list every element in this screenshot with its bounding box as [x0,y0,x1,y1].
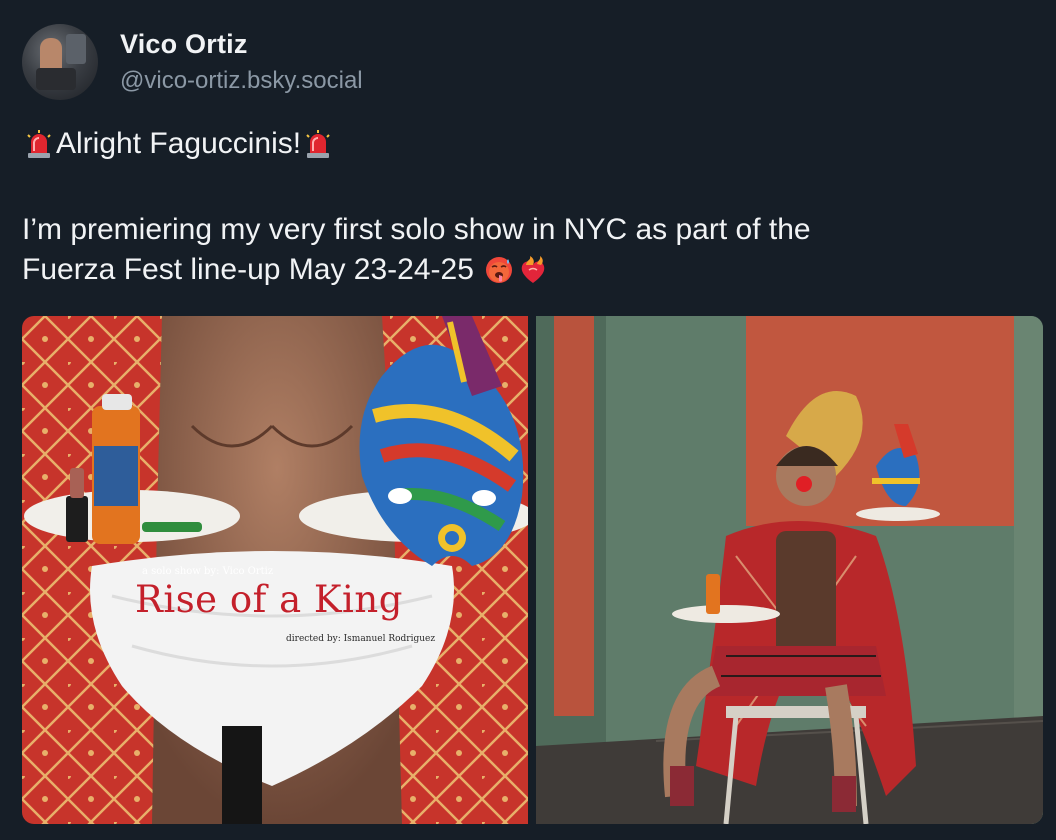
post-line-1: Alright Faguccinis! [56,127,302,160]
poster-subtitle: a solo show by: Vico Ortiz [142,566,274,577]
author-info: Vico Ortiz @vico-ortiz.bsky.social [120,27,363,97]
post-header: Vico Ortiz @vico-ortiz.bsky.social [22,24,363,100]
poster-image[interactable]: a solo show by: Vico Ortiz Rise of a Kin… [22,316,528,824]
poster-illustration [22,316,528,824]
post-line-3: Fuerza Fest line-up May 23-24-25 [22,253,474,286]
police-light-icon [306,130,330,158]
media-grid: a solo show by: Vico Ortiz Rise of a Kin… [22,316,1043,824]
avatar[interactable] [22,24,98,100]
police-light-icon [27,130,51,158]
author-handle[interactable]: @vico-ortiz.bsky.social [120,65,363,97]
post: Vico Ortiz @vico-ortiz.bsky.social Alrig… [0,0,1056,840]
author-display-name[interactable]: Vico Ortiz [120,27,363,61]
post-line-2: I’m premiering my very first solo show i… [22,213,811,246]
poster-director: directed by: Ismanuel Rodriguez [286,634,436,644]
photo-illustration [536,316,1043,824]
post-text: Alright Faguccinis! I’m premiering my ve… [22,124,1032,290]
hot-face-icon [485,257,512,283]
heart-on-fire-icon [521,256,545,283]
photo-image[interactable] [536,316,1043,824]
poster-title: Rise of a King [135,578,403,621]
